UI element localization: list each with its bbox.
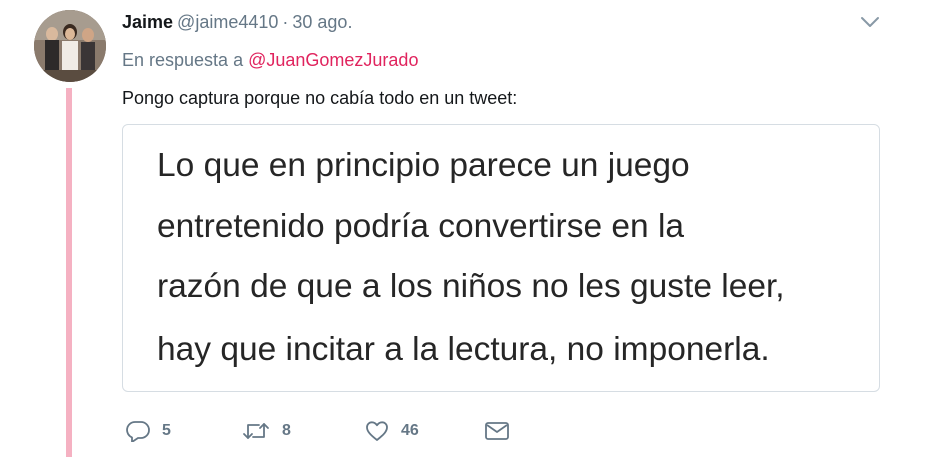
tweet-text: Pongo captura porque no cabía todo en un… — [122, 88, 518, 108]
separator-dot: · — [282, 12, 289, 32]
chevron-down-icon[interactable] — [858, 12, 882, 32]
retweet-button[interactable]: 8 — [242, 416, 291, 446]
like-count: 46 — [401, 422, 419, 439]
reply-prefix: En respuesta a — [122, 50, 244, 70]
media-image[interactable]: Lo que en principio parece un juego entr… — [122, 124, 880, 392]
reply-mention-link[interactable]: @JuanGomezJurado — [248, 50, 418, 70]
media-text-line: Lo que en principio parece un juego — [157, 147, 690, 184]
media-text-line: entretenido podría convertirse en la — [157, 208, 685, 245]
reply-context: En respuesta a @JuanGomezJurado — [122, 48, 418, 72]
avatar[interactable] — [34, 10, 106, 82]
envelope-icon — [484, 420, 510, 442]
heart-icon — [365, 420, 389, 442]
action-bar: 5 8 46 — [122, 416, 882, 446]
reply-button[interactable]: 5 — [126, 416, 171, 446]
media-text-line: razón de que a los niños no les guste le… — [157, 268, 785, 305]
reply-icon — [126, 420, 150, 442]
thread-line — [66, 88, 72, 457]
author-name[interactable]: Jaime — [122, 12, 173, 32]
author-handle[interactable]: @jaime4410 — [177, 12, 278, 32]
reply-count: 5 — [162, 422, 171, 439]
tweet-header: Jaime @jaime4410 · 30 ago. — [122, 10, 352, 34]
retweet-icon — [242, 420, 270, 442]
media-text-line: hay que incitar a la lectura, no imponer… — [157, 331, 770, 368]
tweet-date[interactable]: 30 ago. — [292, 12, 352, 32]
like-button[interactable]: 46 — [365, 416, 419, 446]
tweet: Jaime @jaime4410 · 30 ago. En respuesta a @… — [0, 0, 931, 457]
retweet-count: 8 — [282, 422, 291, 439]
direct-message-button[interactable] — [484, 416, 510, 446]
